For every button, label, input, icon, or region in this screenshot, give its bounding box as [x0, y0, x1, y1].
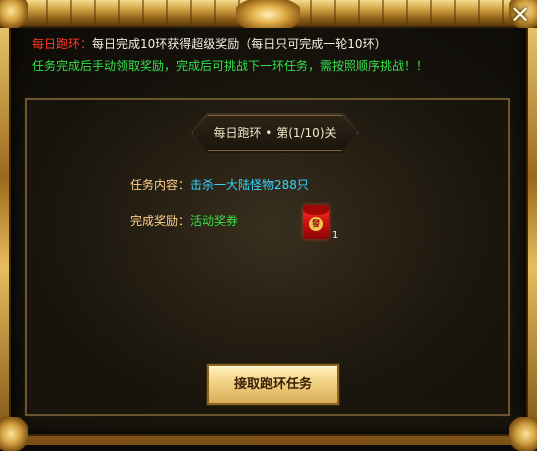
- corner-ornament: [509, 417, 537, 451]
- stage-title: 每日跑环 • 第(1/10)关: [213, 126, 337, 140]
- reward-label: 完成奖励：: [130, 214, 191, 228]
- close-button[interactable]: ✕: [507, 2, 533, 28]
- notice-area: 每日跑环：每日完成10环获得超级奖励（每日只可完成一轮10环） 任务完成后手动领…: [32, 33, 502, 91]
- corner-ornament: [0, 0, 28, 28]
- envelope-seal: 發: [309, 217, 323, 231]
- notice-note: （每日只可完成一轮10环）: [239, 37, 387, 51]
- red-envelope-icon: 發: [303, 205, 329, 239]
- task-content-value: 击杀一大陆怪物288只: [190, 178, 309, 192]
- reward-item-count: 1: [332, 230, 339, 241]
- close-icon: ✕: [509, 1, 531, 29]
- task-content-label: 任务内容：: [130, 178, 191, 192]
- notice-line-2: 任务完成后手动领取奖励，完成后可挑战下一环任务，需按照顺序挑战！！: [32, 59, 429, 73]
- reward-value: 活动奖券: [190, 214, 239, 228]
- accept-task-label: 接取跑环任务: [233, 377, 312, 392]
- notice-line-1: 每日跑环：每日完成10环获得超级奖励（每日只可完成一轮10环）: [32, 33, 502, 55]
- corner-ornament: [0, 417, 28, 451]
- reward-item-slot[interactable]: 發: [299, 203, 333, 241]
- accept-task-button[interactable]: 接取跑环任务: [207, 364, 339, 405]
- notice-prefix: 每日跑环：: [32, 37, 93, 51]
- notice-main: 每日完成10环获得超级奖励: [92, 37, 240, 51]
- crest-ornament: [236, 0, 300, 28]
- daily-loop-task-panel: ✕ 每日跑环：每日完成10环获得超级奖励（每日只可完成一轮10环） 任务完成后手…: [0, 0, 537, 451]
